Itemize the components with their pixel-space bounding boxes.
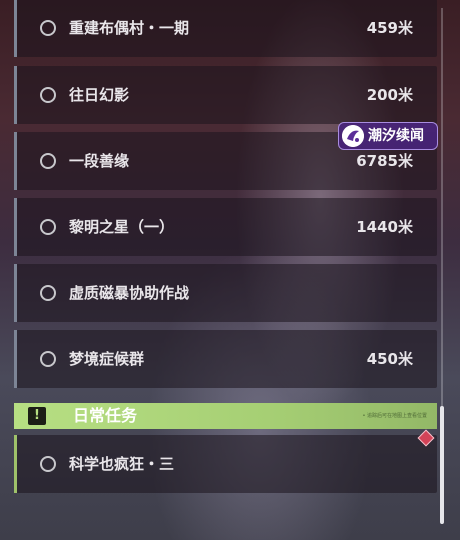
quest-item[interactable]: 梦境症候群 450米 (14, 330, 437, 388)
quest-status-circle-icon (40, 456, 56, 472)
quest-name: 科学也疯狂・三 (69, 455, 175, 473)
quest-accent-bar (14, 198, 17, 256)
scrollbar-thumb[interactable] (440, 406, 444, 524)
logo-text: 潮汐续闻 (368, 128, 424, 144)
quest-distance: 200米 (366, 86, 413, 104)
daily-section-header[interactable]: ! 日常任务 • 追踪后可在地图上查看位置 (14, 403, 437, 429)
daily-section-title: 日常任务 (73, 406, 138, 425)
quest-accent-bar (14, 264, 17, 322)
quest-status-circle-icon (40, 285, 56, 301)
quest-status-circle-icon (40, 153, 56, 169)
quest-name: 虚质磁暴协助作战 (69, 284, 190, 302)
quest-item[interactable]: 虚质磁暴协助作战 (14, 264, 437, 322)
quest-name: 梦境症候群 (69, 350, 145, 368)
daily-quest-item[interactable]: 科学也疯狂・三 (14, 435, 437, 493)
quest-distance: 1440米 (356, 218, 413, 236)
quest-status-circle-icon (40, 87, 56, 103)
game-logo: 潮汐续闻 (338, 122, 438, 150)
quest-item[interactable]: 重建布偶村・一期 459米 (14, 0, 437, 57)
quest-list: 重建布偶村・一期 459米 往日幻影 200米 一段善缘 6785米 黎明之星（… (0, 0, 460, 540)
logo-emblem-icon (342, 125, 364, 147)
quest-accent-bar (14, 0, 17, 57)
quest-name: 一段善缘 (69, 152, 130, 170)
alert-icon: ! (28, 407, 46, 425)
quest-distance: 459米 (366, 19, 413, 37)
daily-section-tip: • 追踪后可在地图上查看位置 (362, 413, 427, 419)
quest-name: 往日幻影 (69, 86, 130, 104)
quest-status-circle-icon (40, 20, 56, 36)
quest-status-circle-icon (40, 351, 56, 367)
quest-name: 重建布偶村・一期 (69, 19, 190, 37)
quest-accent-bar (14, 132, 17, 190)
quest-item[interactable]: 往日幻影 200米 (14, 66, 437, 124)
quest-item[interactable]: 黎明之星（一） 1440米 (14, 198, 437, 256)
quest-accent-bar (14, 66, 17, 124)
quest-distance: 450米 (366, 350, 413, 368)
quest-accent-bar (14, 435, 17, 493)
quest-status-circle-icon (40, 219, 56, 235)
quest-accent-bar (14, 330, 17, 388)
quest-name: 黎明之星（一） (69, 218, 175, 236)
